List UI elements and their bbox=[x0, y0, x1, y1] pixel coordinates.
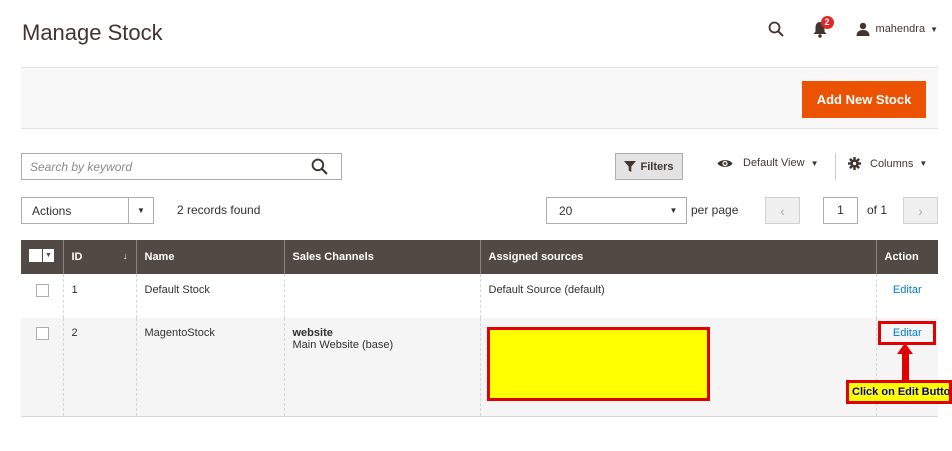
filters-label: Filters bbox=[640, 160, 674, 173]
sales-channel-type: website bbox=[292, 327, 333, 339]
toolbar-divider bbox=[835, 153, 836, 180]
row-checkbox[interactable] bbox=[36, 284, 49, 297]
grid-header-row: ▼ ID ↓ Name Sales Channels Assigned sourc… bbox=[21, 240, 938, 274]
chevron-down-icon: ▼ bbox=[919, 159, 928, 168]
records-found: 2 records found bbox=[177, 203, 261, 217]
notifications-count-badge: 2 bbox=[820, 16, 834, 29]
mass-select-checkbox[interactable]: ▼ bbox=[29, 249, 54, 262]
table-row: 2 MagentoStock website Main Website (base… bbox=[21, 318, 938, 416]
column-header-name[interactable]: Name bbox=[135, 240, 284, 274]
cell-assigned-sources: Default Source (default) bbox=[479, 274, 876, 318]
edit-link[interactable]: Editar bbox=[893, 284, 922, 296]
view-label: Default View bbox=[743, 157, 805, 169]
column-header-sales-channels[interactable]: Sales Channels bbox=[283, 240, 480, 274]
user-menu[interactable]: mahendra ▼ bbox=[856, 22, 938, 36]
chevron-down-icon: ▼ bbox=[669, 206, 678, 215]
mass-select-header[interactable]: ▼ bbox=[21, 240, 63, 274]
annotation-arrow-shaft bbox=[902, 352, 909, 380]
row-select-cell bbox=[21, 274, 63, 318]
cell-action: Editar bbox=[875, 274, 938, 318]
gear-icon bbox=[848, 157, 861, 170]
page-actions-bar: Add New Stock bbox=[21, 67, 938, 129]
mass-actions-select[interactable]: Actions ▼ bbox=[21, 197, 154, 224]
username-label: mahendra bbox=[875, 23, 926, 35]
sales-channel-name: Main Website (base) bbox=[292, 339, 394, 351]
redacted-highlight bbox=[487, 327, 710, 401]
cell-name: Default Stock bbox=[135, 274, 284, 318]
chevron-down-icon: ▼ bbox=[810, 158, 819, 168]
columns-selector[interactable]: Columns ▼ bbox=[848, 157, 927, 170]
per-page-value: 20 bbox=[559, 203, 573, 218]
chevron-right-icon: › bbox=[918, 202, 923, 219]
chevron-down-icon: ▼ bbox=[128, 198, 153, 223]
chevron-down-icon: ▼ bbox=[930, 24, 938, 34]
edit-button-highlight bbox=[878, 321, 936, 345]
column-header-id[interactable]: ID ↓ bbox=[62, 240, 136, 274]
column-header-assigned-sources[interactable]: Assigned sources bbox=[479, 240, 876, 274]
global-search-icon[interactable] bbox=[766, 19, 786, 39]
previous-page-button[interactable]: ‹ bbox=[765, 197, 800, 224]
cell-id: 1 bbox=[62, 274, 136, 318]
search-icon[interactable] bbox=[311, 158, 329, 176]
page-total: of 1 bbox=[867, 203, 888, 217]
notifications-bell-icon[interactable]: 2 bbox=[812, 16, 834, 39]
cell-sales-channels bbox=[283, 274, 480, 318]
filters-button[interactable]: Filters bbox=[615, 153, 683, 180]
row-select-cell bbox=[21, 318, 63, 416]
chevron-left-icon: ‹ bbox=[780, 202, 785, 219]
cell-id: 2 bbox=[62, 318, 136, 416]
chevron-down-icon: ▼ bbox=[43, 249, 54, 262]
funnel-icon bbox=[624, 161, 637, 172]
stock-grid: ▼ ID ↓ Name Sales Channels Assigned sourc… bbox=[21, 240, 938, 417]
next-page-button[interactable]: › bbox=[903, 197, 938, 224]
search-input[interactable] bbox=[22, 154, 302, 179]
column-header-action: Action bbox=[875, 240, 938, 274]
cell-name: MagentoStock bbox=[135, 318, 284, 416]
header-actions: 2 mahendra ▼ bbox=[766, 16, 938, 40]
view-selector[interactable]: Default View ▼ bbox=[717, 157, 818, 169]
keyword-search bbox=[21, 153, 342, 180]
current-page-input[interactable]: 1 bbox=[823, 197, 858, 224]
table-row: 1 Default Stock Default Source (default)… bbox=[21, 274, 938, 318]
page-title: Manage Stock bbox=[22, 20, 163, 45]
mass-actions-label: Actions bbox=[32, 203, 72, 218]
columns-label: Columns bbox=[870, 157, 914, 170]
per-page-select[interactable]: 20 ▼ bbox=[546, 197, 687, 224]
eye-icon bbox=[717, 159, 733, 167]
user-icon bbox=[856, 22, 870, 36]
row-checkbox[interactable] bbox=[36, 327, 49, 340]
cell-sales-channels: website Main Website (base) bbox=[283, 318, 480, 416]
sort-arrow-icon: ↓ bbox=[123, 251, 128, 261]
add-new-stock-button[interactable]: Add New Stock bbox=[802, 81, 926, 118]
per-page-label: per page bbox=[691, 203, 739, 217]
annotation-callout: Click on Edit Button bbox=[846, 380, 952, 404]
